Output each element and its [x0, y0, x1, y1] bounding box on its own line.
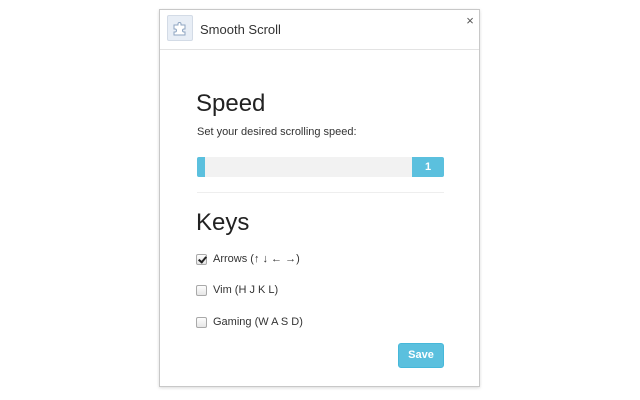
puzzle-piece-icon — [167, 15, 193, 41]
key-option-arrows[interactable]: Arrows (↑ ↓ ← →) — [196, 252, 300, 266]
keys-heading: Keys — [196, 209, 250, 236]
speed-slider[interactable]: 1 — [197, 157, 444, 177]
close-icon[interactable]: × — [463, 14, 477, 28]
vim-checkbox[interactable] — [196, 284, 207, 296]
dialog-header: Smooth Scroll × — [160, 10, 479, 50]
vim-label: Vim (H J K L) — [213, 284, 279, 296]
speed-description: Set your desired scrolling speed: — [197, 126, 357, 138]
slider-track[interactable] — [197, 157, 412, 177]
arrows-checkbox[interactable] — [196, 253, 207, 265]
slider-value-badge: 1 — [412, 157, 444, 177]
section-divider — [197, 192, 444, 193]
key-option-vim[interactable]: Vim (H J K L) — [196, 283, 278, 297]
arrows-label: Arrows (↑ ↓ ← →) — [213, 253, 300, 265]
speed-heading: Speed — [196, 90, 266, 117]
options-dialog: Smooth Scroll × Speed Set your desired s… — [159, 9, 480, 387]
save-button[interactable]: Save — [398, 343, 444, 368]
dialog-title: Smooth Scroll — [200, 22, 281, 37]
slider-fill — [197, 157, 205, 177]
gaming-checkbox[interactable] — [196, 316, 207, 328]
gaming-label: Gaming (W A S D) — [213, 316, 303, 328]
key-option-gaming[interactable]: Gaming (W A S D) — [196, 315, 303, 329]
page: Smooth Scroll × Speed Set your desired s… — [0, 0, 640, 400]
